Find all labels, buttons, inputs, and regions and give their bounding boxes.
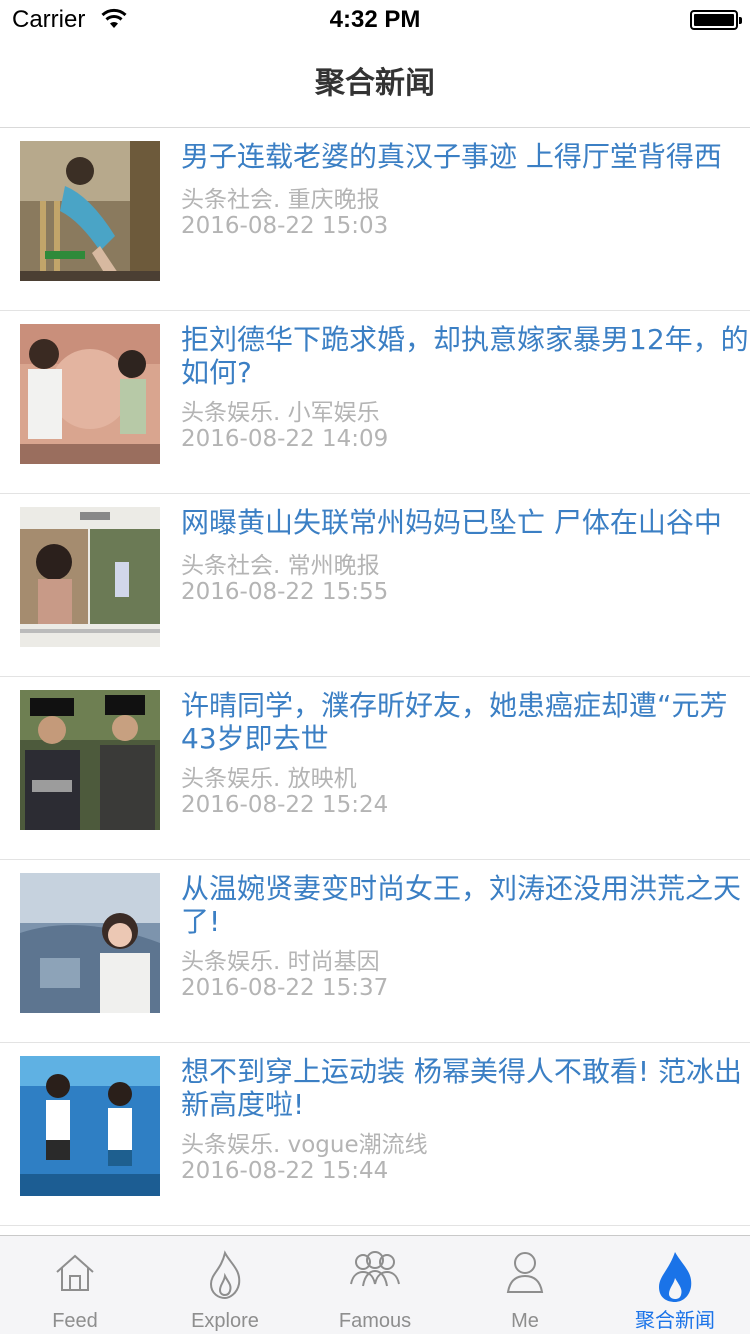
news-title[interactable]: 许晴同学，濮存昕好友，她患癌症却遭“元芳43岁即去世	[181, 689, 750, 755]
tab-feed[interactable]: Feed	[0, 1236, 150, 1334]
news-date: 2016-08-22 15:37	[181, 975, 389, 1001]
tab-explore[interactable]: Explore	[150, 1236, 300, 1334]
news-title[interactable]: 拒刘德华下跪求婚，却执意嫁家暴男12年，的如何?	[181, 323, 750, 389]
news-thumbnail[interactable]	[20, 873, 160, 1013]
news-source: 头条娱乐. 时尚基因	[181, 949, 380, 975]
news-date: 2016-08-22 15:03	[181, 213, 389, 239]
news-item[interactable]: 许晴同学，濮存昕好友，她患癌症却遭“元芳43岁即去世 头条娱乐. 放映机 201…	[0, 677, 750, 860]
status-bar: Carrier 4:32 PM	[0, 0, 750, 40]
news-item[interactable]: 从温婉贤妻变时尚女王，刘涛还没用洪荒之天了! 头条娱乐. 时尚基因 2016-0…	[0, 860, 750, 1043]
tab-label: 聚合新闻	[635, 1310, 715, 1332]
battery-icon	[690, 10, 742, 30]
tab-label: Famous	[338, 1310, 412, 1332]
news-source: 头条娱乐. vogue潮流线	[181, 1132, 428, 1158]
news-thumbnail[interactable]	[20, 507, 160, 647]
news-date: 2016-08-22 15:24	[181, 792, 389, 818]
news-source: 头条社会. 常州晚报	[181, 553, 380, 579]
news-thumbnail[interactable]	[20, 141, 160, 281]
tab-label: Me	[511, 1310, 539, 1332]
news-item[interactable]: 网曝黄山失联常州妈妈已坠亡 尸体在山谷中 头条社会. 常州晚报 2016-08-…	[0, 494, 750, 677]
group-icon	[350, 1251, 400, 1287]
news-item[interactable]: 拒刘德华下跪求婚，却执意嫁家暴男12年，的如何? 头条娱乐. 小军娱乐 2016…	[0, 311, 750, 494]
news-date: 2016-08-22 14:09	[181, 426, 389, 452]
tab-news[interactable]: 聚合新闻	[600, 1236, 750, 1334]
tab-me[interactable]: Me	[450, 1236, 600, 1334]
navigation-bar: 聚合新闻	[0, 40, 750, 128]
tab-label: Feed	[52, 1310, 98, 1332]
flame-filled-icon	[659, 1252, 692, 1302]
person-icon	[506, 1252, 544, 1293]
tab-bar: Feed Explore Famous Me 聚合新闻	[0, 1235, 750, 1334]
news-item[interactable]: 男子连载老婆的真汉子事迹 上得厅堂背得西 头条社会. 重庆晚报 2016-08-…	[0, 128, 750, 311]
news-item[interactable]: 想不到穿上运动装 杨幂美得人不敢看! 范冰出新高度啦! 头条娱乐. vogue潮…	[0, 1043, 750, 1226]
tab-label: Explore	[191, 1310, 259, 1332]
news-title[interactable]: 想不到穿上运动装 杨幂美得人不敢看! 范冰出新高度啦!	[181, 1055, 750, 1121]
page-title: 聚合新闻	[315, 66, 435, 101]
news-source: 头条娱乐. 小军娱乐	[181, 400, 380, 426]
news-thumbnail[interactable]	[20, 1056, 160, 1196]
news-title[interactable]: 从温婉贤妻变时尚女王，刘涛还没用洪荒之天了!	[181, 872, 750, 938]
news-source: 头条娱乐. 放映机	[181, 766, 357, 792]
flame-outline-icon	[209, 1250, 241, 1300]
clock: 4:32 PM	[329, 6, 421, 33]
news-source: 头条社会. 重庆晚报	[181, 187, 380, 213]
news-date: 2016-08-22 15:55	[181, 579, 389, 605]
home-icon	[56, 1254, 94, 1291]
tab-famous[interactable]: Famous	[300, 1236, 450, 1334]
news-thumbnail[interactable]	[20, 690, 160, 830]
news-date: 2016-08-22 15:44	[181, 1158, 389, 1184]
news-thumbnail[interactable]	[20, 324, 160, 464]
news-list[interactable]: 男子连载老婆的真汉子事迹 上得厅堂背得西 头条社会. 重庆晚报 2016-08-…	[0, 128, 750, 1235]
news-title[interactable]: 网曝黄山失联常州妈妈已坠亡 尸体在山谷中	[181, 506, 750, 539]
news-title[interactable]: 男子连载老婆的真汉子事迹 上得厅堂背得西	[181, 140, 750, 173]
